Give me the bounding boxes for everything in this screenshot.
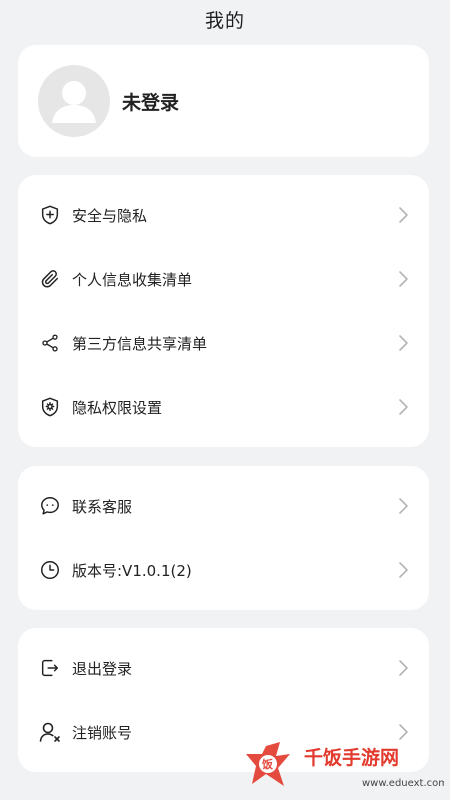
privacy-settings-icon	[38, 395, 62, 419]
default-avatar-icon	[52, 81, 96, 123]
page-title: 我的	[204, 9, 245, 32]
chevron-right-icon	[399, 271, 408, 287]
menu-item-label: 第三方信息共享清单	[72, 334, 208, 353]
chevron-right-icon	[399, 498, 408, 514]
login-status[interactable]: 未登录	[122, 88, 179, 115]
menu-item-label: 注销账号	[72, 723, 133, 742]
menu-item-label: 个人信息收集清单	[72, 270, 193, 289]
shield-plus-icon	[38, 203, 62, 227]
menu-item-label: 安全与隐私	[72, 206, 148, 225]
menu-item-label: 隐私权限设置	[72, 398, 163, 417]
svg-text:饭: 饭	[261, 757, 273, 771]
share-icon	[38, 331, 62, 355]
menu-item-logout[interactable]: 退出登录	[18, 636, 429, 700]
menu-item-security-privacy[interactable]: 安全与隐私	[18, 183, 429, 247]
watermark-url: www.eduext.com	[362, 778, 444, 789]
menu-item-version[interactable]: 版本号:V1.0.1(2)	[18, 538, 429, 602]
avatar[interactable]	[38, 65, 110, 137]
chevron-right-icon	[399, 562, 408, 578]
menu-item-third-party-sharing[interactable]: 第三方信息共享清单	[18, 311, 429, 375]
watermark-text: 千饭手游网	[304, 746, 399, 769]
chevron-right-icon	[399, 399, 408, 415]
menu-item-customer-service[interactable]: 联系客服	[18, 474, 429, 538]
chat-bubble-icon	[38, 494, 62, 518]
menu-group-support: 联系客服 版本号:V1.0.1(2)	[18, 466, 429, 610]
chevron-right-icon	[399, 660, 408, 676]
menu-item-label: 退出登录	[72, 659, 133, 678]
chevron-right-icon	[399, 207, 408, 223]
menu-item-label: 版本号:V1.0.1(2)	[72, 561, 192, 580]
paperclip-icon	[38, 267, 62, 291]
watermark: 饭 千饭手游网 www.eduext.com	[244, 734, 448, 794]
user-remove-icon	[38, 720, 62, 744]
profile-card[interactable]: 未登录	[18, 45, 429, 157]
menu-group-privacy: 安全与隐私 个人信息收集清单 第三方信息共享清单 隐私权限设置	[18, 175, 429, 447]
menu-item-label: 联系客服	[72, 497, 133, 516]
clock-icon	[38, 558, 62, 582]
logout-icon	[38, 656, 62, 680]
top-bar: 我的	[0, 0, 450, 38]
menu-item-personal-info-list[interactable]: 个人信息收集清单	[18, 247, 429, 311]
chevron-right-icon	[399, 335, 408, 351]
menu-item-privacy-permissions[interactable]: 隐私权限设置	[18, 375, 429, 439]
